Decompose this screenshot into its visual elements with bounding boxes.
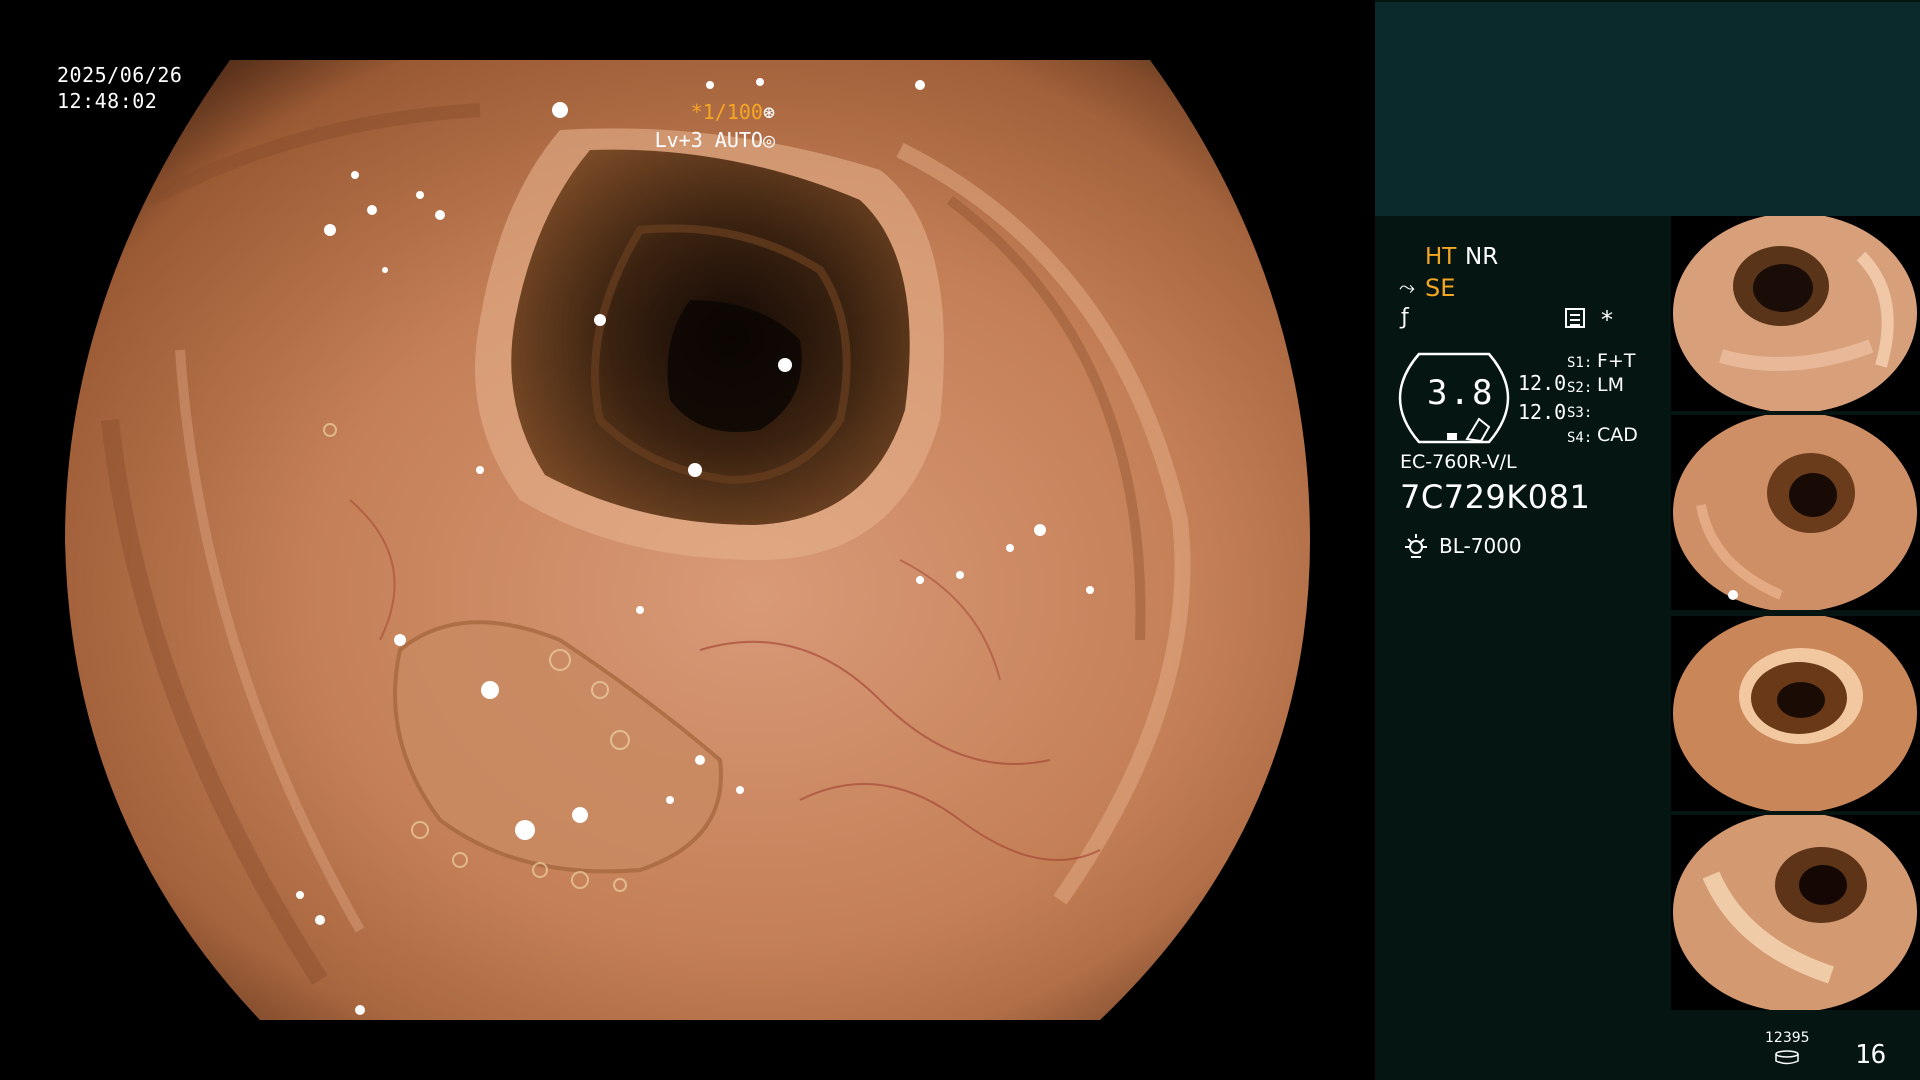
- shutter-speed-value: *1/100: [690, 100, 763, 124]
- capture-date: 2025/06/26: [57, 63, 183, 87]
- light-source: BL-7000: [1439, 534, 1522, 558]
- zoom-value: 3.8: [1427, 373, 1495, 413]
- captured-image-3[interactable]: [1671, 616, 1920, 811]
- shutter-speed: *1/100⊛: [691, 100, 775, 124]
- captured-image-4-picture: [1673, 815, 1917, 1010]
- switch-2-label: S2:: [1567, 380, 1593, 396]
- ht-indicator: HT: [1425, 244, 1457, 270]
- switch-3-label: S3:: [1567, 405, 1593, 421]
- se-indicator: SE: [1425, 274, 1456, 302]
- memo-icon: [1565, 308, 1585, 328]
- lamp-icon: [1405, 534, 1427, 558]
- status-panel: HT NR ⤳ SE ƒ * 3.8 12.0 12.0 S1: F+T S2:…: [1375, 0, 1920, 1080]
- iris-icon: ◎: [762, 128, 775, 152]
- page-number: 16: [1855, 1040, 1887, 1070]
- captured-image-4[interactable]: [1671, 815, 1920, 1010]
- switch-4-label: S4:: [1567, 430, 1593, 446]
- asterisk-indicator: *: [1601, 306, 1613, 334]
- nr-indicator: NR: [1465, 244, 1499, 270]
- captured-image-2-picture: [1673, 415, 1917, 610]
- capture-time: 12:48:02: [57, 89, 158, 113]
- captured-image-1[interactable]: [1671, 216, 1920, 411]
- brightness-level: Lv+3 AUTO◎: [655, 128, 775, 152]
- endoscopy-view: 2025/06/26 12:48:02 *1/100⊛ Lv+3 AUTO◎: [0, 0, 1375, 1080]
- storage-icon: [1775, 1050, 1799, 1065]
- switch-4-value: CAD: [1597, 424, 1638, 446]
- aperture-icon: ⊛: [762, 100, 775, 124]
- captured-image-3-picture: [1673, 616, 1917, 811]
- image-count: 12395: [1765, 1030, 1810, 1046]
- endoscopic-image: [65, 60, 1310, 1020]
- captured-image-2[interactable]: [1671, 415, 1920, 610]
- scope-serial: 7C729K081: [1400, 478, 1591, 516]
- switch-1-label: S1:: [1567, 355, 1593, 371]
- setting-value-2: 12.0: [1518, 400, 1567, 424]
- switch-2-value: LM: [1597, 374, 1624, 396]
- panel-header-area: [1375, 2, 1920, 216]
- scope-connector-icon: ⤳: [1399, 275, 1415, 299]
- scope-model: EC-760R-V/L: [1400, 451, 1517, 473]
- setting-value-1: 12.0: [1518, 371, 1567, 395]
- captured-image-1-picture: [1673, 216, 1917, 411]
- switch-1-value: F+T: [1597, 350, 1636, 372]
- frequency-icon: ƒ: [1401, 305, 1409, 330]
- brightness-level-value: Lv+3 AUTO: [654, 128, 763, 152]
